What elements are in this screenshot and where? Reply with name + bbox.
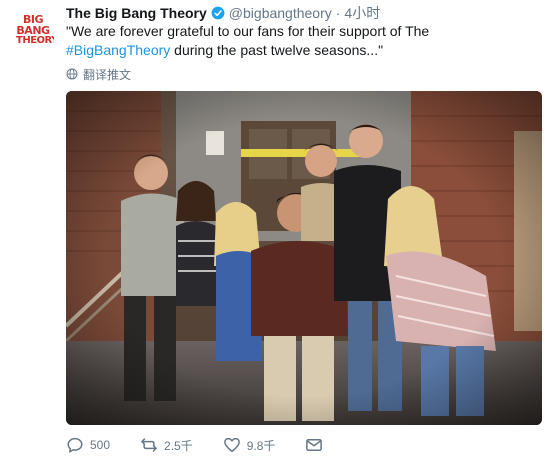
avatar-logo-theory: THEORY [16,35,54,46]
tweet-timestamp[interactable]: 4小时 [344,3,380,23]
direct-message-button[interactable] [305,436,329,454]
avatar[interactable]: BIG BANG THEORY [12,8,54,50]
tweet-text-before: "We are forever grateful to our fans for… [66,23,430,39]
reply-count: 500 [90,438,111,452]
heart-icon [223,437,240,453]
like-button[interactable]: 9.8千 [223,436,276,454]
retweet-icon [141,438,157,452]
account-name[interactable]: The Big Bang Theory [66,5,207,21]
tweet-text-after: during the past twelve seasons..." [170,42,384,58]
retweet-count: 2.5千 [164,438,193,453]
tweet-header: The Big Bang Theory @bigbangtheory · 4小时 [66,4,380,22]
tweet-text: "We are forever grateful to our fans for… [66,22,536,60]
translate-tweet-link[interactable]: 翻译推文 [66,66,131,82]
tweet-photo[interactable] [66,91,542,425]
translate-label: 翻译推文 [83,67,132,82]
tweet-actions: 500 2.5千 9.8千 [66,434,359,456]
hashtag-link[interactable]: #BigBangTheory [66,42,170,58]
envelope-icon [306,439,323,451]
separator-dot: · [335,5,341,21]
account-handle[interactable]: @bigbangtheory [229,5,332,21]
like-count: 9.8千 [246,438,276,453]
verified-badge-icon [211,6,225,20]
reply-icon [67,437,83,453]
globe-icon [66,68,78,80]
retweet-button[interactable]: 2.5千 [140,436,193,454]
cast-photo-illustration [66,91,542,425]
reply-button[interactable]: 500 [66,436,110,454]
